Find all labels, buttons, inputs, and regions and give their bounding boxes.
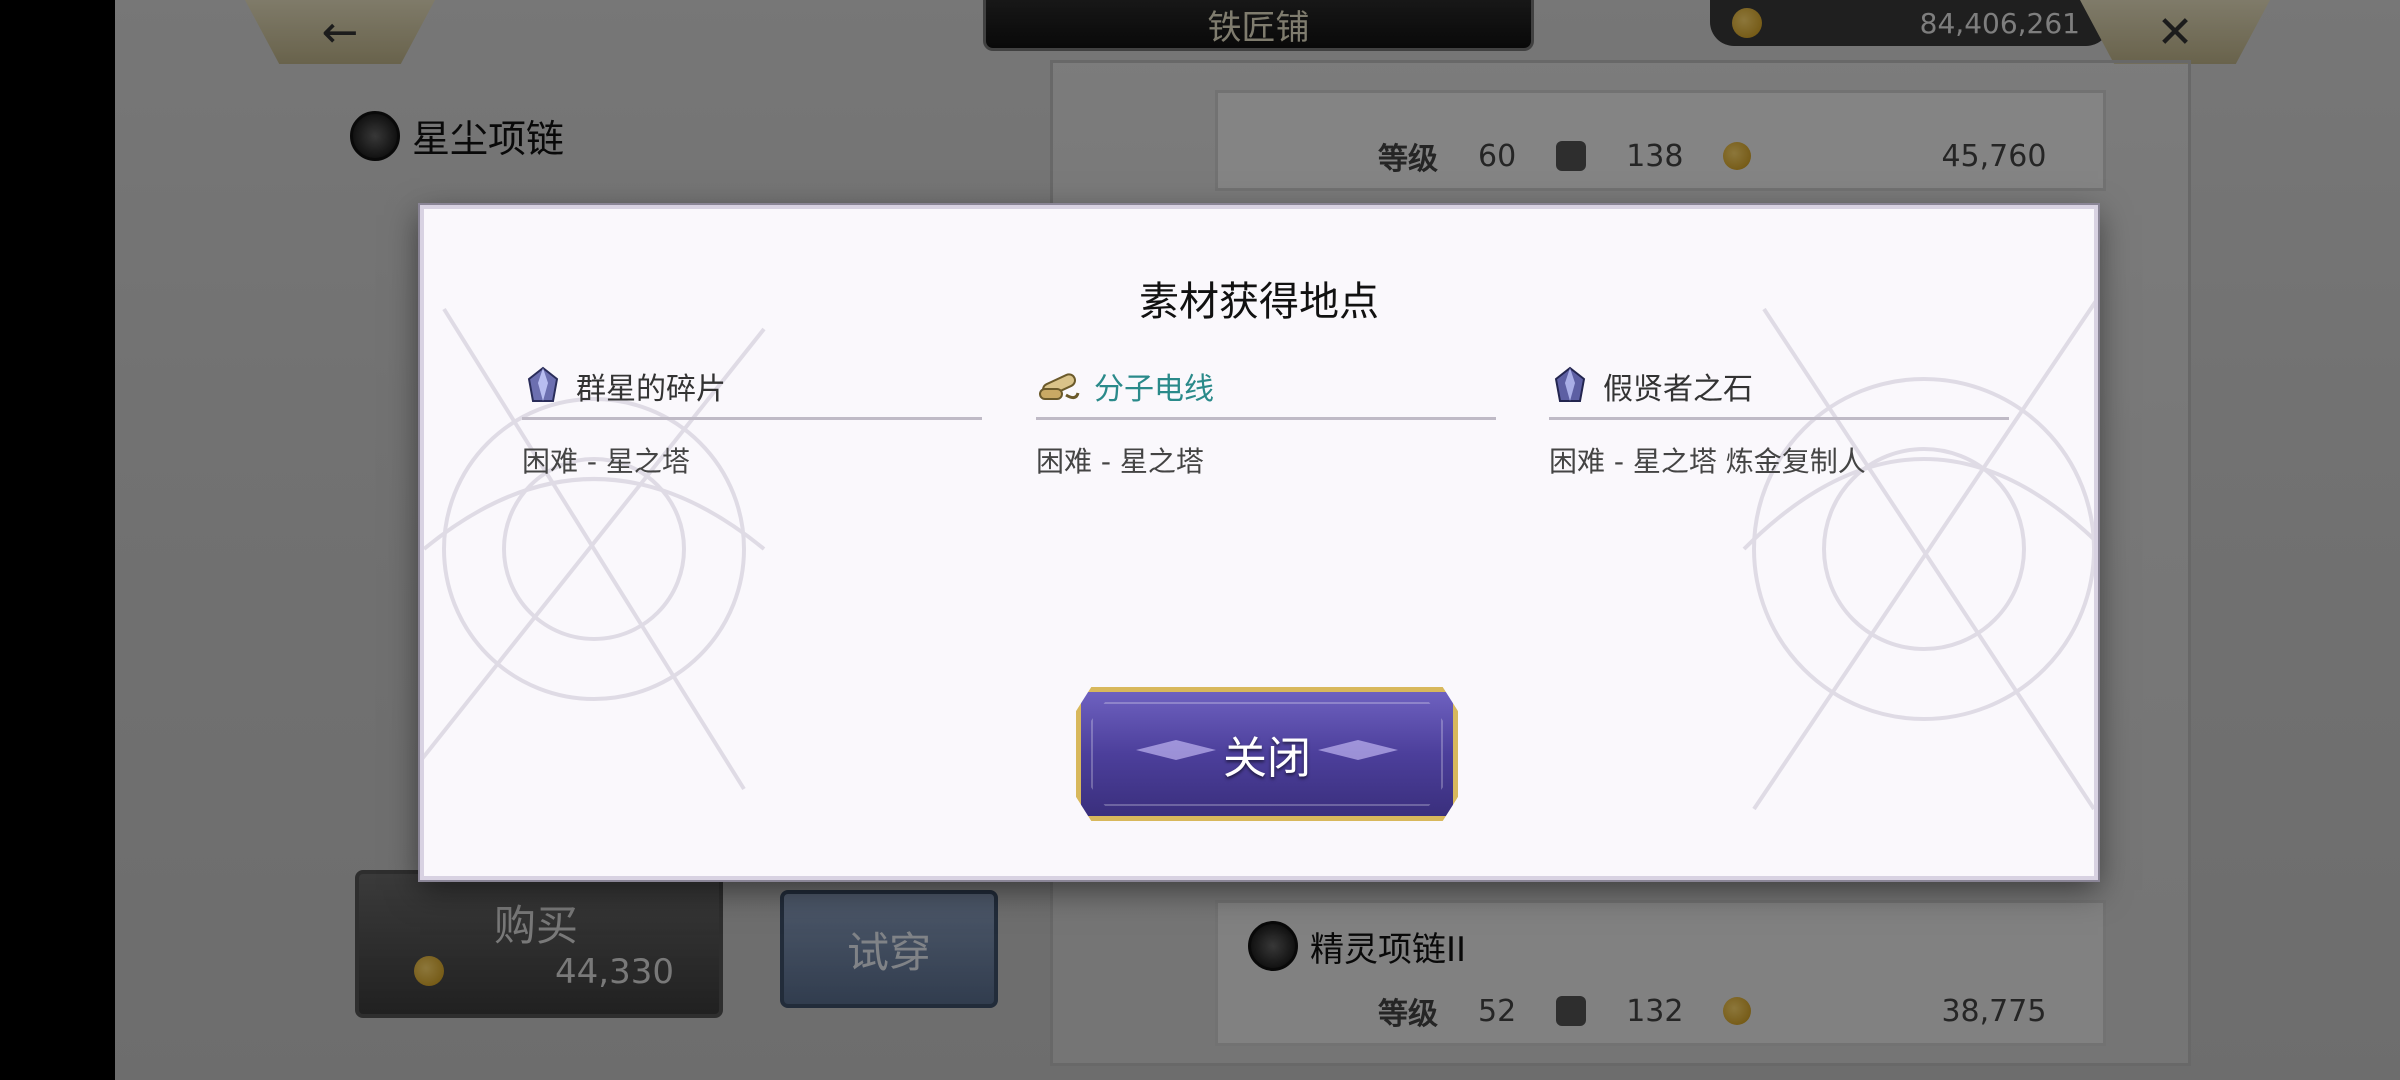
dialog-title: 素材获得地点 — [1139, 279, 1379, 325]
crystal-icon — [1554, 366, 1586, 402]
material-column[interactable]: 群星的碎片 困难 - 星之塔 — [522, 361, 982, 480]
material-source[interactable]: 困难 - 星之塔 — [1036, 440, 1496, 480]
crystal-icon — [527, 366, 559, 402]
material-column[interactable]: 分子电线 困难 - 星之塔 — [1036, 361, 1496, 480]
close-button[interactable]: 关闭 — [1076, 687, 1458, 821]
wire-icon — [1039, 373, 1080, 400]
material-name: 群星的碎片 — [576, 372, 726, 407]
close-button-label: 关闭 — [1223, 733, 1311, 784]
ornament-decoration — [1742, 300, 2094, 811]
material-header: 分子电线 — [1036, 361, 1496, 420]
material-header: 群星的碎片 — [522, 361, 982, 420]
game-screen: ← 铁匠铺 84,406,261 ✕ 星尘项链 购买 44,330 试穿 等级 … — [0, 0, 2400, 1080]
material-header: 假贤者之石 — [1549, 361, 2009, 420]
material-column[interactable]: 假贤者之石 困难 - 星之塔 炼金复制人 — [1549, 361, 2009, 480]
material-name: 假贤者之石 — [1603, 372, 1753, 407]
material-source[interactable]: 困难 - 星之塔 — [522, 440, 982, 480]
material-name: 分子电线 — [1094, 372, 1214, 407]
material-source[interactable]: 困难 - 星之塔 炼金复制人 — [1549, 440, 2009, 480]
material-source-dialog: 素材获得地点 群星的碎片 困难 - 星之塔 分子电线 困难 - 星之塔 假贤者之… — [420, 205, 2098, 880]
ornament-decoration — [424, 307, 766, 791]
